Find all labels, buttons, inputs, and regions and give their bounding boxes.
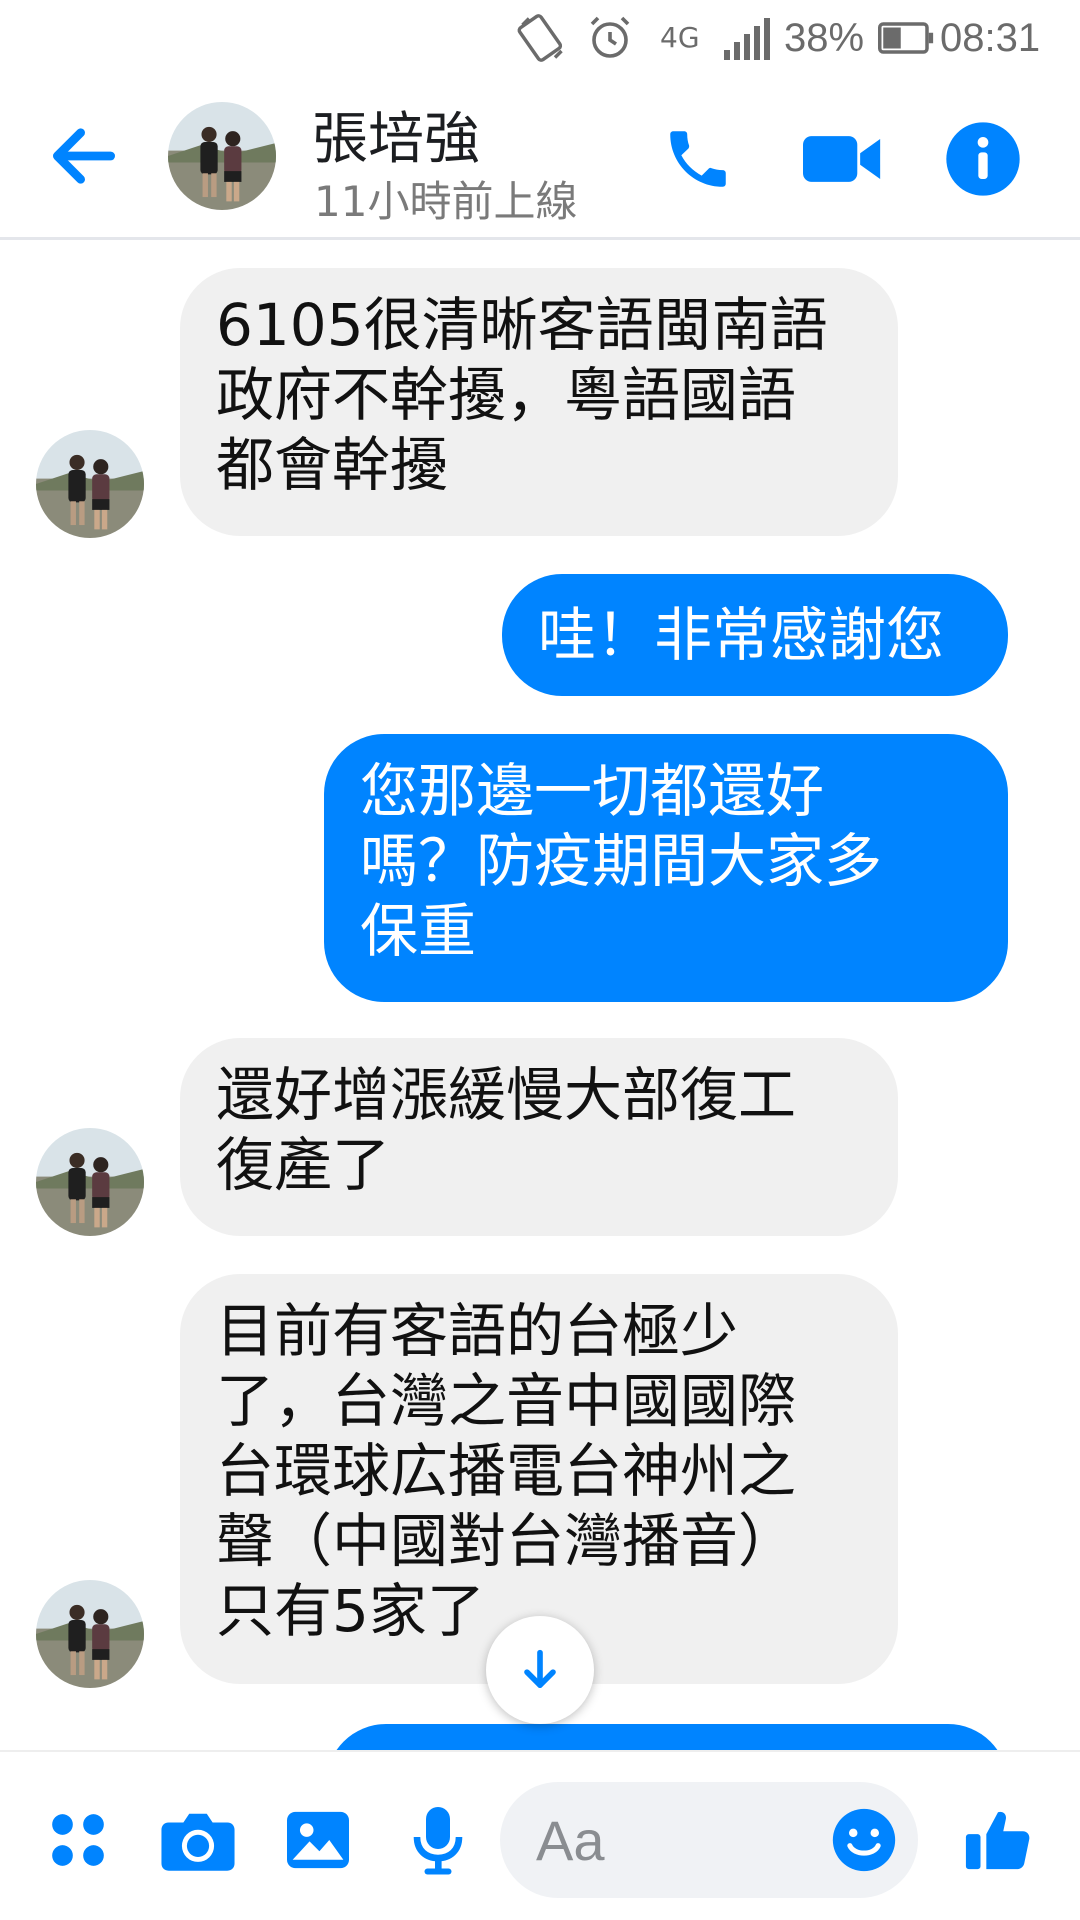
sender-avatar[interactable]: [36, 1128, 144, 1236]
sender-avatar[interactable]: [36, 430, 144, 538]
camera-icon: [161, 1813, 235, 1871]
status-bar: 4G 38% 08:31: [0, 0, 1080, 76]
microphone-icon: [413, 1807, 463, 1875]
message-bubble-outgoing[interactable]: 您那邊一切都還好 嗎？防疫期間大家多 保重: [324, 734, 1008, 1002]
last-seen-status: 11小時前上線: [314, 177, 578, 226]
network-type-text: 4G: [660, 21, 700, 54]
message-bubble-outgoing[interactable]: 哇！非常感謝您: [502, 574, 1008, 696]
emoji-button[interactable]: [830, 1806, 898, 1874]
sender-avatar[interactable]: [36, 1580, 144, 1688]
video-call-button[interactable]: [800, 116, 886, 202]
message-input[interactable]: Aa: [500, 1782, 918, 1898]
voice-call-button[interactable]: [655, 116, 741, 202]
thumbs-up-icon: [965, 1811, 1030, 1870]
battery-percent-text: 38%: [784, 15, 865, 60]
screen-rotate-icon: [516, 10, 568, 66]
network-type-indicator: 4G: [660, 10, 700, 66]
message-composer: Aa: [0, 1750, 1080, 1920]
voice-message-button[interactable]: [390, 1792, 486, 1888]
phone-icon: [670, 131, 726, 187]
message-list[interactable]: 6105很清晰客語閩南語 政府不幹擾，粵語國語 都會幹擾 哇！非常感謝您 您那邊…: [0, 240, 1080, 1750]
clock-text: 08:31: [940, 15, 1041, 60]
alarm-clock-icon: [586, 10, 634, 66]
emoji-icon: [832, 1808, 896, 1872]
more-actions-button[interactable]: [30, 1792, 126, 1888]
info-icon: [946, 122, 1020, 196]
contact-avatar[interactable]: [168, 102, 276, 210]
arrow-down-icon: [524, 1649, 556, 1688]
clock: 08:31: [940, 10, 1040, 66]
back-button[interactable]: [44, 116, 124, 196]
battery-icon: [878, 10, 934, 66]
message-input-placeholder: Aa: [536, 1809, 605, 1872]
message-bubble-outgoing-partial[interactable]: [326, 1724, 1008, 1750]
conversation-info-button[interactable]: [940, 116, 1026, 202]
gallery-button[interactable]: [270, 1792, 366, 1888]
contact-name[interactable]: 張培強: [312, 94, 480, 175]
battery-percent: 38%: [784, 10, 864, 66]
image-icon: [287, 1811, 349, 1869]
camera-button[interactable]: [150, 1792, 246, 1888]
apps-icon: [52, 1814, 104, 1866]
like-button[interactable]: [950, 1792, 1046, 1888]
back-arrow-icon: [53, 128, 115, 184]
message-bubble-incoming[interactable]: 6105很清晰客語閩南語 政府不幹擾，粵語國語 都會幹擾: [180, 268, 898, 536]
video-camera-icon: [803, 136, 881, 182]
message-bubble-incoming[interactable]: 還好增漲緩慢大部復工 復產了: [180, 1038, 898, 1236]
chat-header: 張培強 11小時前上線: [0, 76, 1080, 240]
scroll-to-bottom-button[interactable]: [486, 1616, 594, 1724]
signal-strength-icon: [724, 10, 776, 66]
